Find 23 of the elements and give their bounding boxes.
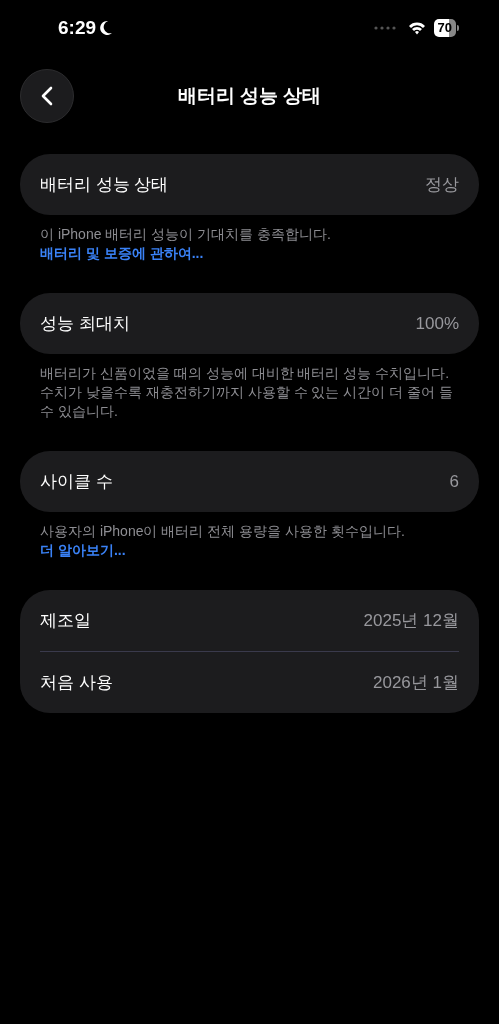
moon-icon xyxy=(99,20,114,36)
back-icon xyxy=(41,86,53,106)
footnote-text: 이 iPhone 배터리 성능이 기대치를 충족합니다. 배터리 및 보증에 관하여... xyxy=(40,225,332,263)
clock-time: 6:29 xyxy=(58,17,97,39)
row-value: 6 xyxy=(449,471,459,492)
link[interactable]: 더 알아보기... xyxy=(40,542,126,558)
footnote-text: 사용자의 iPhone이 배터리 전체 용량을 사용한 횟수입니다. 더 알아보기... xyxy=(40,522,406,560)
signal-icon xyxy=(373,26,396,30)
page-title: 배터리 성능 상태 xyxy=(176,84,323,108)
row-value: 100% xyxy=(415,313,459,334)
row-label: 배터리 성능 상태 xyxy=(40,174,169,196)
footnote-text: 배터리가 신품이었을 때의 성능에 대비한 배터리 성능 수치입니다. 수치가 낮을수록 재충전하기까지 사용할 수 있는 시간이 더 줄어 들 수 있습니다. xyxy=(40,364,454,421)
row-label: 제조일 xyxy=(40,610,91,632)
row-label: 처음 사용 xyxy=(40,672,113,694)
back-button[interactable] xyxy=(20,69,74,123)
row-value: 정상 xyxy=(425,174,459,196)
row-label: 성능 최대치 xyxy=(40,313,130,335)
row-label: 사이클 수 xyxy=(40,471,113,493)
battery-icon: 70 xyxy=(433,19,459,37)
row-value: 2026년 1월 xyxy=(373,672,459,694)
row-value: 2025년 12월 xyxy=(363,610,459,632)
link[interactable]: 배터리 및 보증에 관하여... xyxy=(40,245,204,261)
wifi-icon xyxy=(407,21,426,35)
